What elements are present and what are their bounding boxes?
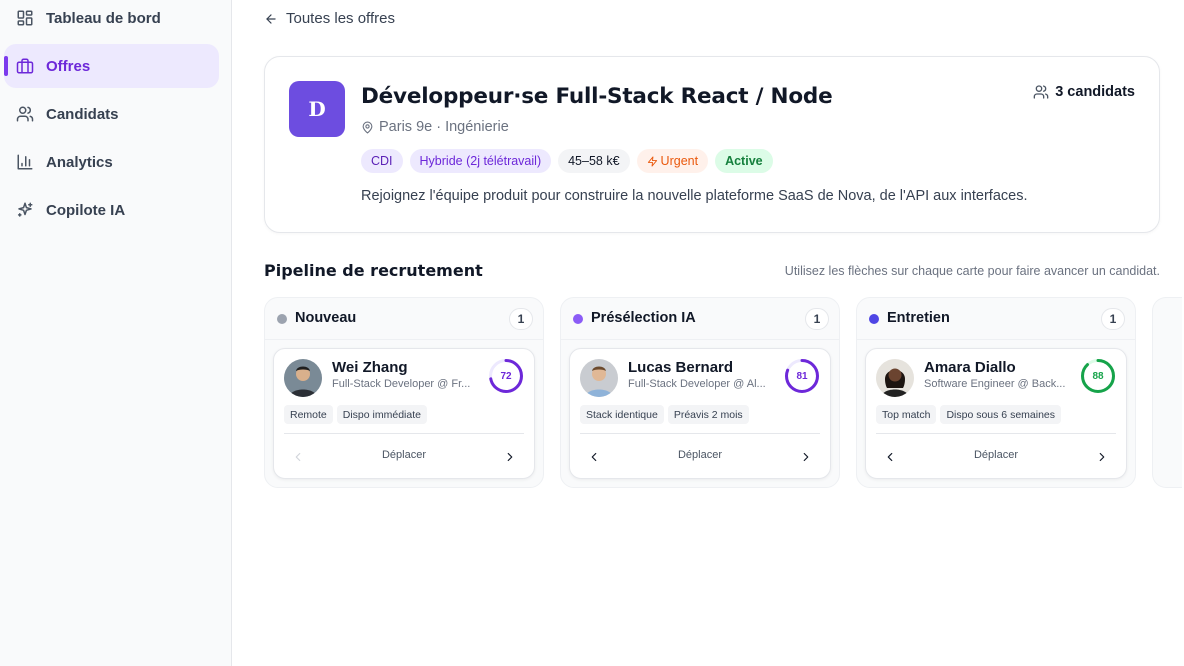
move-right-button[interactable] [796,447,816,467]
move-controls: Déplacer [876,445,1116,467]
sidebar-item-label: Candidats [46,105,119,123]
match-score-value: 81 [796,370,808,382]
move-controls: Déplacer [580,445,820,467]
card-divider [284,433,524,434]
job-title: Développeur·se Full-Stack React / Node [361,84,833,109]
card-divider [580,433,820,434]
match-score-ring: 81 [784,358,820,394]
candidate-tag: Remote [284,405,333,424]
sparkles-icon [16,201,34,219]
job-card: D Développeur·se Full-Stack React / Node… [264,56,1160,233]
move-label: Déplacer [677,449,723,461]
move-right-button[interactable] [1092,447,1112,467]
column-status-dot [573,314,583,324]
column-count-badge: 1 [805,308,829,330]
avatar [580,359,618,397]
bar-chart-icon [16,153,34,171]
back-link[interactable]: Toutes les offres [264,10,395,27]
users-icon [16,105,34,123]
sidebar-item-label: Copilote IA [46,201,126,219]
sidebar-item-dashboard[interactable]: Tableau de bord [4,0,219,40]
candidate-name: Wei Zhang [332,359,408,376]
column-status-dot [277,314,287,324]
candidate-role: Software Engineer @ Back... [924,378,1066,390]
candidate-tags: Remote Dispo immédiate [284,405,427,424]
candidate-tags: Top match Dispo sous 6 semaines [876,405,1062,424]
move-right-button[interactable] [500,447,520,467]
job-tags: CDI Hybride (2j télétravail) 45–58 k€ Ur… [361,149,773,173]
sidebar: Tableau de bord Offres Candidats Analyti… [0,0,232,666]
sidebar-item-copilote[interactable]: Copilote IA [4,188,219,232]
sidebar-item-offres[interactable]: Offres [4,44,219,88]
candidate-role: Full-Stack Developer @ Fr... [332,378,471,390]
tag-contract: CDI [361,149,403,173]
column-title: Entretien [887,310,950,326]
candidate-role: Full-Stack Developer @ Al... [628,378,766,390]
column-header: Nouveau 1 [265,298,543,340]
pipeline-column-nouveau: Nouveau 1 Wei Zhang Full-Stack Developer… [264,297,544,488]
candidate-name: Lucas Bernard [628,359,734,376]
pipeline-column-next [1152,297,1182,488]
avatar [876,359,914,397]
chevron-right-icon [803,452,809,462]
briefcase-icon [16,57,34,75]
pipeline-title: Pipeline de recrutement [264,261,483,280]
pipeline-column-entretien: Entretien 1 Amara Diallo Software Engine… [856,297,1136,488]
chevron-right-icon [507,452,513,462]
column-header: Entretien 1 [857,298,1135,340]
card-divider [876,433,1116,434]
bolt-icon [647,155,657,167]
sidebar-item-analytics[interactable]: Analytics [4,140,219,184]
candidate-card[interactable]: Lucas Bernard Full-Stack Developer @ Al.… [569,348,831,479]
tag-urgent-label: Urgent [660,154,699,168]
candidate-tags: Stack identique Préavis 2 mois [580,405,749,424]
job-location: Paris 9e · Ingénierie [361,119,509,135]
map-pin-icon [362,121,373,133]
column-status-dot [869,314,879,324]
sidebar-item-label: Analytics [46,153,113,171]
move-label: Déplacer [973,449,1019,461]
users-icon [1033,85,1049,99]
match-score-value: 72 [500,370,512,382]
chevron-right-icon [1099,452,1105,462]
candidate-tag: Dispo sous 6 semaines [940,405,1062,424]
dashboard-icon [16,9,34,27]
job-location-text: Paris 9e · Ingénierie [379,119,509,135]
column-title: Présélection IA [591,310,696,326]
column-title: Nouveau [295,310,357,326]
column-count-badge: 1 [1101,308,1125,330]
tag-remote: Hybride (2j télétravail) [409,149,552,173]
column-count-badge: 1 [509,308,533,330]
candidate-tag: Dispo immédiate [336,405,427,424]
candidate-tag: Top match [876,405,937,424]
column-header: Présélection IA 1 [561,298,839,340]
candidate-card[interactable]: Amara Diallo Software Engineer @ Back...… [865,348,1127,479]
job-description: Rejoignez l'équipe produit pour construi… [361,188,1028,204]
avatar [284,359,322,397]
match-score-value: 88 [1092,370,1104,382]
sidebar-item-candidats[interactable]: Candidats [4,92,219,136]
move-controls: Déplacer [284,445,524,467]
pipeline-hint: Utilisez les flèches sur chaque carte po… [784,264,1160,278]
candidate-tag: Préavis 2 mois [667,405,749,424]
sidebar-item-label: Offres [46,57,91,75]
pipeline-column-preselection: Présélection IA 1 Lucas Bernard Full-Sta… [560,297,840,488]
tag-status: Active [715,149,773,173]
tag-salary: 45–58 k€ [558,149,630,173]
back-link-label: Toutes les offres [286,10,395,27]
arrow-left-icon [266,13,276,24]
candidate-name: Amara Diallo [924,359,1016,376]
sidebar-item-label: Tableau de bord [46,9,161,27]
match-score-ring: 72 [488,358,524,394]
candidates-count[interactable]: 3 candidats [1033,84,1135,100]
candidate-tag: Stack identique [580,405,664,424]
candidates-count-label: 3 candidats [1055,84,1135,100]
tag-urgent: Urgent [636,149,709,173]
company-logo: D [289,81,345,137]
move-label: Déplacer [381,449,427,461]
match-score-ring: 88 [1080,358,1116,394]
candidate-card[interactable]: Wei Zhang Full-Stack Developer @ Fr... 7… [273,348,535,479]
